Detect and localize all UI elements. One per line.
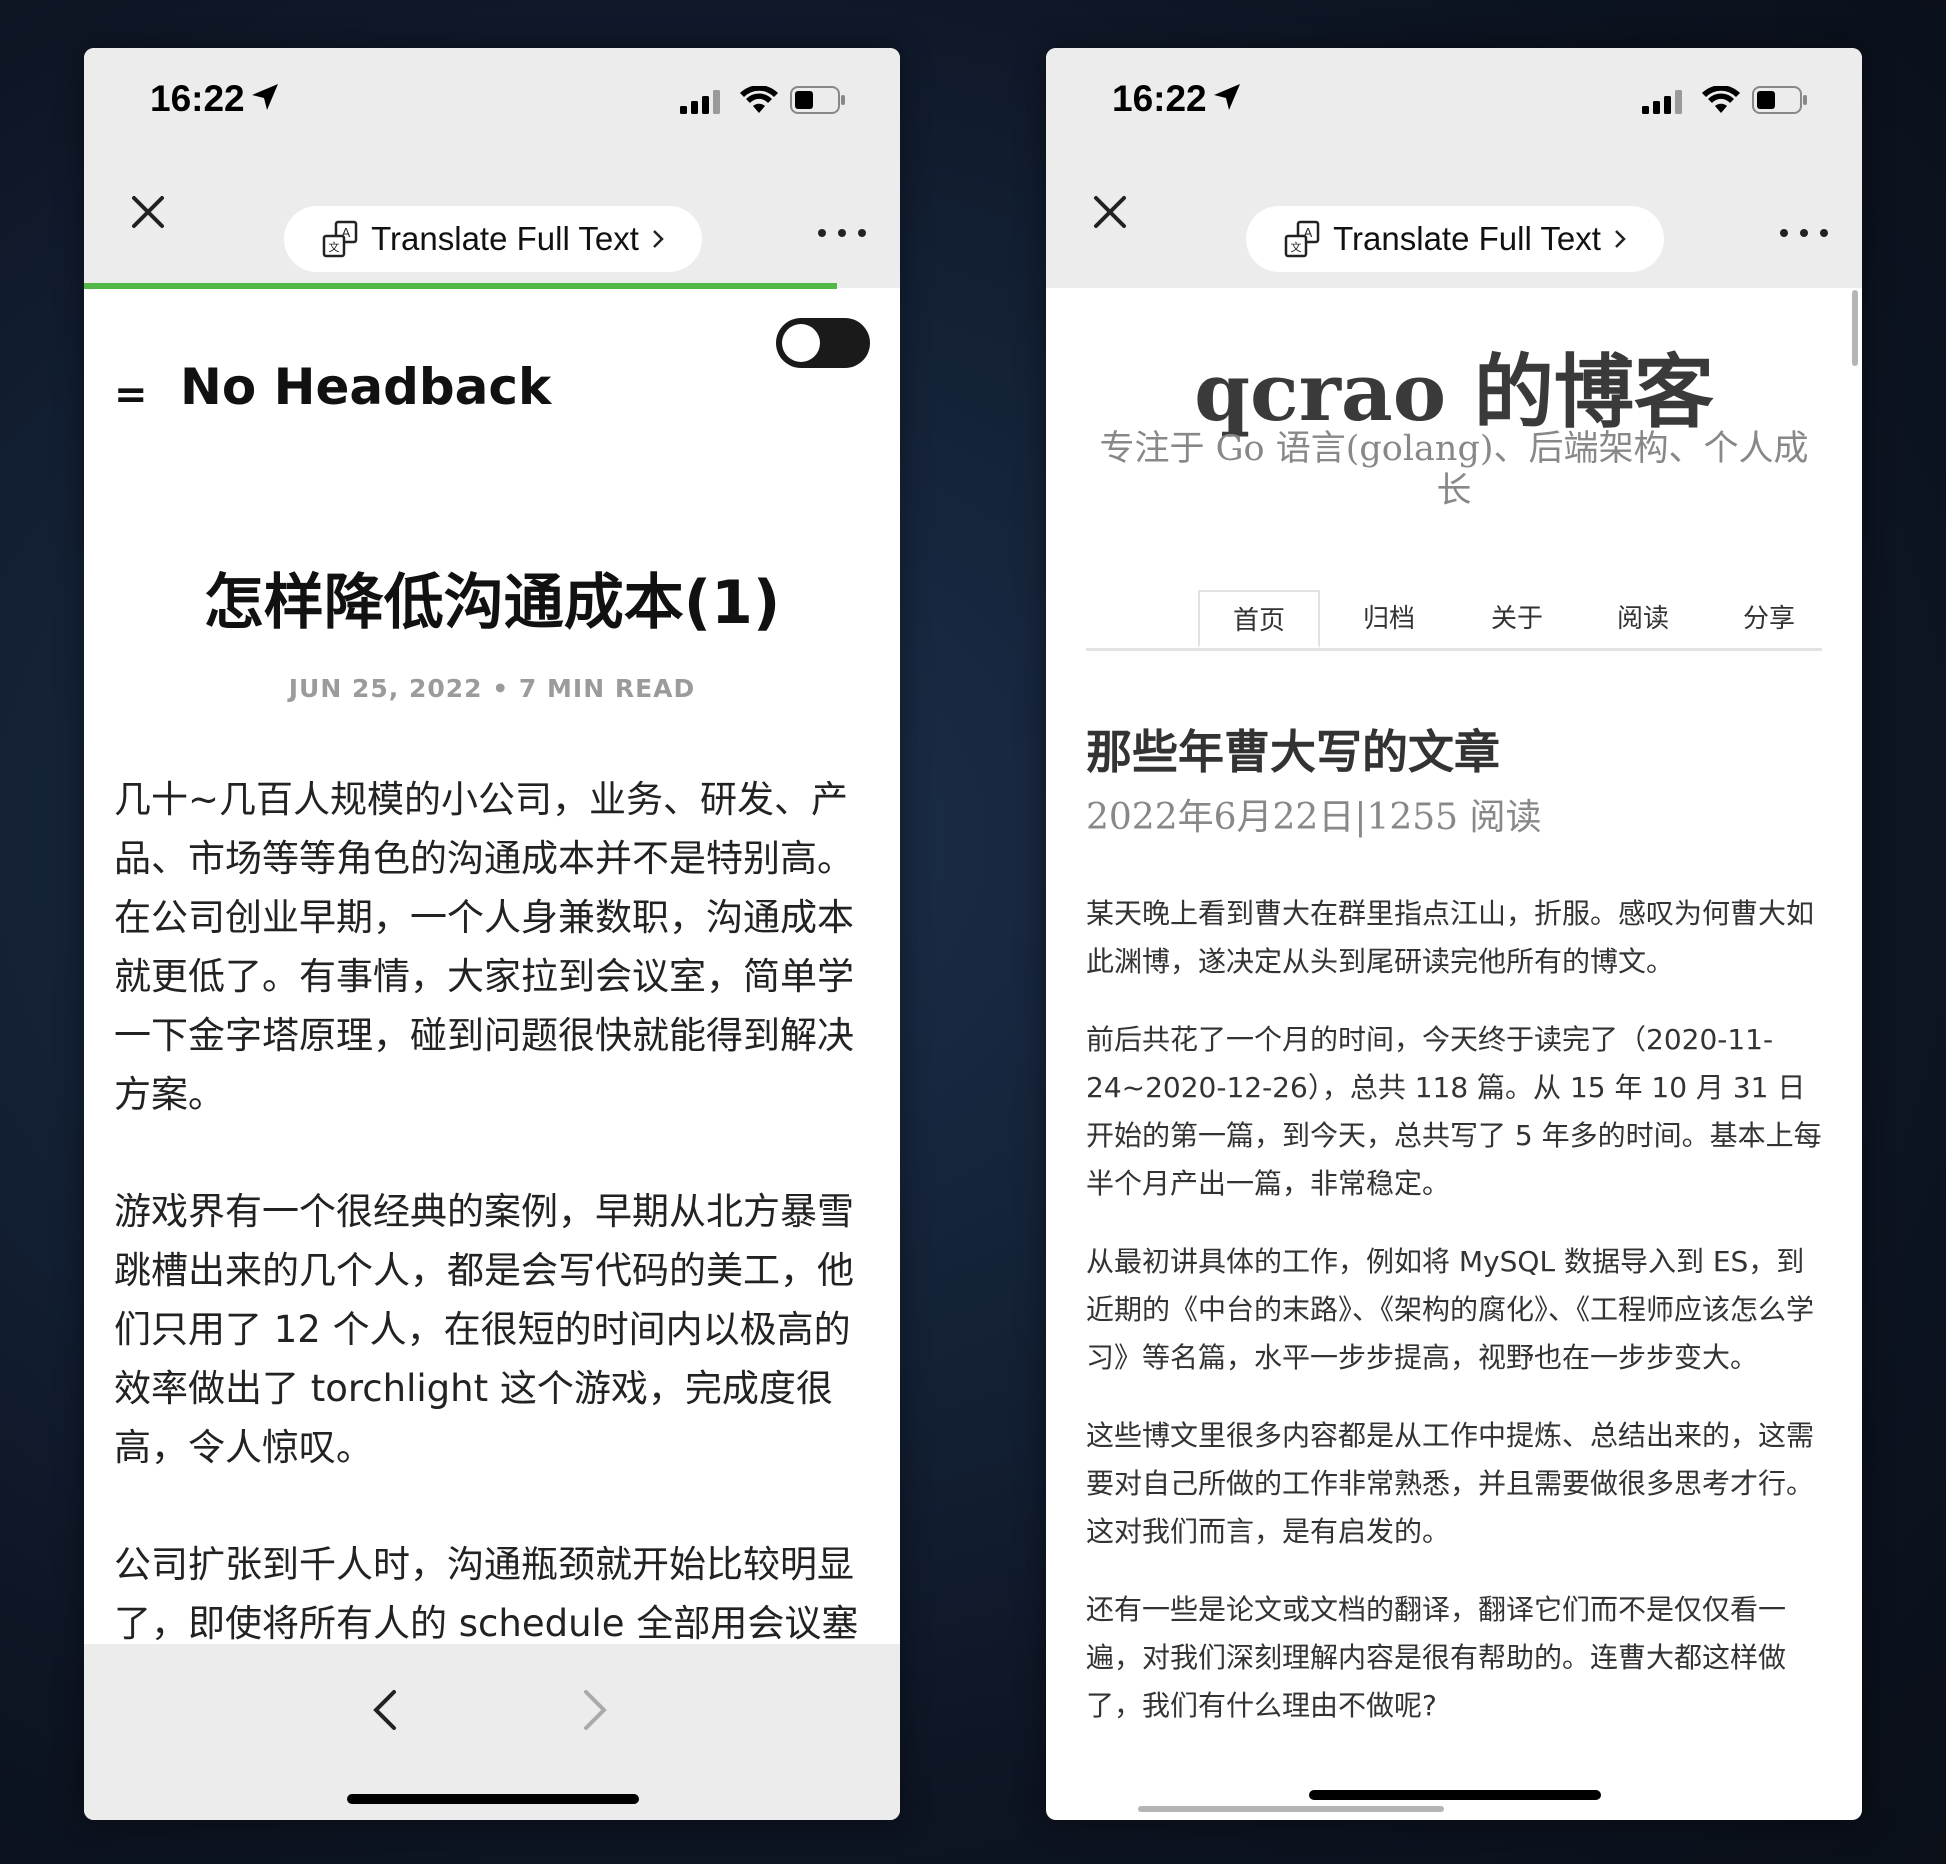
status-bar: 16:22 — [1046, 48, 1862, 152]
translate-full-text-button[interactable]: A文 Translate Full Text — [1246, 206, 1664, 272]
page-load-progress-bar — [84, 283, 837, 289]
svg-text:A: A — [1304, 225, 1313, 240]
chevron-right-icon — [1615, 230, 1626, 248]
home-indicator — [347, 1794, 639, 1804]
translate-icon: A文 — [322, 220, 358, 258]
paragraph: 游戏界有一个很经典的案例，早期从北方暴雪跳槽出来的几个人，都是会写代码的美工，他… — [114, 1190, 854, 1469]
svg-text:文: 文 — [1291, 240, 1302, 254]
more-icon[interactable] — [1774, 218, 1834, 248]
chevron-right-icon — [653, 230, 664, 248]
article-title[interactable]: 那些年曹大写的文章 — [1086, 716, 1500, 782]
post-body: 几十~几百人规模的小公司，业务、研发、产品、市场等等角色的沟通成本并不是特别高。… — [114, 770, 884, 1686]
signal-icon — [1642, 90, 1682, 114]
paragraph: 前后共花了一个月的时间，今天终于读完了（2020-11-24~2020-12-2… — [1086, 1023, 1822, 1200]
forward-arrow-icon[interactable] — [580, 1688, 610, 1732]
svg-text:文: 文 — [329, 240, 340, 254]
translate-label: Translate Full Text — [371, 220, 639, 257]
tab-reading[interactable]: 阅读 — [1590, 590, 1696, 648]
blog-nav-tabs: 首页 归档 关于 阅读 分享 — [1086, 590, 1822, 651]
toggle-switch[interactable] — [776, 318, 870, 368]
article-body: 某天晚上看到曹大在群里指点江山，折服。感叹为何曹大如此渊博，遂决定从头到尾研读完… — [1086, 890, 1822, 1820]
browser-bottom-bar — [84, 1644, 900, 1820]
tab-share[interactable]: 分享 — [1716, 590, 1822, 648]
right-phone-screen: 16:22 A文 Translate Full Text qcrao 的博客 专… — [1046, 48, 1862, 1820]
svg-text:A: A — [342, 225, 351, 240]
battery-icon — [790, 86, 845, 114]
status-bar: 16:22 — [84, 48, 900, 152]
hamburger-icon[interactable]: = — [114, 372, 148, 418]
paragraph: 还有一些是论文或文档的翻译，翻译它们而不是仅仅看一遍，对我们深刻理解内容是很有帮… — [1086, 1593, 1787, 1722]
location-arrow-icon — [1214, 84, 1240, 110]
back-arrow-icon[interactable] — [370, 1688, 400, 1732]
signal-icon — [680, 90, 720, 114]
translate-label: Translate Full Text — [1333, 220, 1601, 257]
article-meta: 2022年6月22日|1255 阅读 — [1086, 797, 1542, 838]
paragraph: 几十~几百人规模的小公司，业务、研发、产品、市场等等角色的沟通成本并不是特别高。… — [114, 778, 854, 1116]
site-name[interactable]: No Headback — [180, 358, 551, 416]
post-title: 怎样降低沟通成本(1) — [203, 568, 781, 638]
wifi-icon — [1702, 86, 1740, 113]
translate-icon: A文 — [1284, 220, 1320, 258]
paragraph: 这些博文里很多内容都是从工作中提炼、总结出来的，这需要对自己所做的工作非常熟悉，… — [1086, 1419, 1815, 1548]
browser-nav-bar: A文 Translate Full Text — [1046, 152, 1862, 288]
home-indicator — [1309, 1790, 1601, 1800]
status-time: 16:22 — [1112, 78, 1207, 119]
tab-about[interactable]: 关于 — [1464, 590, 1570, 648]
location-arrow-icon — [252, 84, 278, 110]
wifi-icon — [740, 86, 778, 113]
post-meta: JUN 25, 2022 • 7 MIN READ — [288, 674, 696, 703]
translate-full-text-button[interactable]: A文 Translate Full Text — [284, 206, 702, 272]
tab-archive[interactable]: 归档 — [1336, 590, 1442, 648]
more-icon[interactable] — [812, 218, 872, 248]
tab-home[interactable]: 首页 — [1198, 590, 1320, 648]
status-time: 16:22 — [150, 78, 245, 119]
horizontal-scrollbar[interactable] — [1138, 1806, 1444, 1812]
toggle-knob — [782, 324, 820, 362]
blog-subtitle: 专注于 Go 语言(golang)、后端架构、个人成长 — [1099, 429, 1809, 511]
browser-nav-bar: A文 Translate Full Text — [84, 152, 900, 288]
paragraph: 某天晚上看到曹大在群里指点江山，折服。感叹为何曹大如此渊博，遂决定从头到尾研读完… — [1086, 897, 1815, 978]
battery-icon — [1752, 86, 1807, 114]
blog-title[interactable]: qcrao 的博客 — [1046, 328, 1862, 444]
left-phone-screen: 16:22 A文 Translate Full Text = No Headba… — [84, 48, 900, 1820]
close-icon[interactable] — [1086, 188, 1134, 236]
close-icon[interactable] — [124, 188, 172, 236]
paragraph: 从最初讲具体的工作，例如将 MySQL 数据导入到 ES，到近期的《中台的末路》… — [1086, 1245, 1815, 1374]
